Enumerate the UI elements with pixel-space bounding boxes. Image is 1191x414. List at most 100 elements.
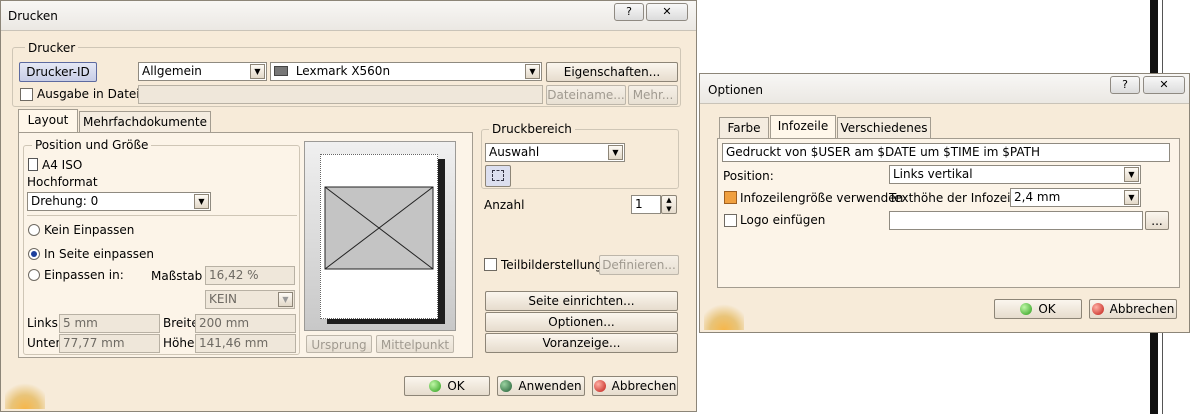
print-dialog-titlebar: [1, 1, 696, 31]
catia-logo-icon: [704, 302, 744, 330]
text-height-select[interactable]: 2,4 mm ▼: [1010, 188, 1141, 207]
text-height-value: 2,4 mm: [1014, 190, 1061, 204]
rotation-value: Drehung: 0: [31, 194, 99, 208]
ok-button[interactable]: OK: [404, 376, 490, 396]
copies-spin-button[interactable]: ▲ ▼: [661, 195, 677, 214]
options-ok-button[interactable]: OK: [994, 299, 1082, 319]
printer-type-select[interactable]: Allgemein ▼: [138, 62, 267, 81]
catia-logo-icon: [5, 381, 45, 409]
tab-color[interactable]: Farbe: [719, 117, 769, 139]
chevron-down-icon: ▼: [525, 64, 540, 79]
tab-multidocuments[interactable]: Mehrfachdokumente: [79, 111, 211, 133]
printer-id-button[interactable]: Drucker-ID: [19, 62, 97, 82]
unit-select: KEIN ▼: [205, 290, 295, 309]
chevron-down-icon: ▼: [194, 194, 209, 209]
scale-field: 16,42 %: [205, 266, 295, 285]
output-to-file-checkbox[interactable]: [20, 88, 33, 101]
help-button[interactable]: ?: [614, 3, 644, 21]
green-ball-icon: [1020, 303, 1033, 315]
left-label: Links: [27, 316, 58, 330]
unit-value: KEIN: [209, 292, 237, 306]
rotation-select[interactable]: Drehung: 0 ▼: [27, 192, 211, 211]
close-button[interactable]: ✕: [646, 3, 688, 21]
filename-field: [138, 85, 543, 104]
scale-label: Maßstab: [151, 269, 203, 283]
options-dialog: Optionen ? ✕ Farbe Infozeile Verschieden…: [699, 73, 1190, 333]
chevron-down-icon: ▼: [1124, 190, 1139, 205]
browse-button[interactable]: ...: [1145, 211, 1169, 230]
fit-page-label: In Seite einpassen: [44, 247, 154, 261]
options-cancel-label: Abbrechen: [1109, 302, 1175, 316]
use-size-label: Infozeilengröße verwenden: [740, 191, 904, 205]
center-button: Mittelpunkt: [376, 335, 454, 353]
bottom-field: 77,77 mm: [59, 334, 160, 353]
options-ok-label: OK: [1038, 302, 1056, 316]
chevron-down-icon: ▼: [1124, 167, 1139, 182]
origin-button: Ursprung: [306, 335, 372, 353]
print-preview: [304, 141, 456, 331]
fit-in-radio[interactable]: [28, 269, 40, 281]
printer-icon: [274, 66, 288, 76]
properties-button[interactable]: Eigenschaften...: [546, 62, 678, 82]
position-value: Links vertikal: [893, 167, 973, 181]
text-height-label: Texthöhe der Infozeile:: [889, 191, 1026, 205]
options-dialog-title: Optionen: [708, 83, 764, 97]
options-help-button[interactable]: ?: [1110, 76, 1140, 94]
apply-label: Anwenden: [518, 379, 582, 393]
position-select[interactable]: Links vertikal ▼: [889, 165, 1141, 184]
options-button[interactable]: Optionen...: [485, 312, 678, 332]
fit-in-label: Einpassen in:: [44, 268, 124, 282]
print-dialog: Drucken ? ✕ Drucker Drucker-ID Allgemein…: [0, 0, 697, 412]
use-size-checkbox[interactable]: [724, 191, 737, 204]
tile-checkbox[interactable]: [484, 258, 497, 271]
left-field: 5 mm: [59, 314, 160, 333]
red-ball-icon: [1091, 303, 1104, 315]
width-field: 200 mm: [195, 314, 296, 333]
chevron-down-icon: ▼: [250, 64, 265, 79]
printer-type-value: Allgemein: [142, 64, 202, 78]
position-size-label: Position und Größe: [32, 138, 152, 152]
define-button: Definieren...: [599, 255, 679, 275]
tab-misc[interactable]: Verschiedenes: [837, 117, 931, 139]
ok-label: OK: [447, 379, 465, 393]
print-area-value: Auswahl: [489, 145, 540, 159]
filename-button: Dateiname...: [546, 85, 626, 105]
fit-none-radio[interactable]: [28, 224, 40, 236]
fit-none-label: Kein Einpassen: [44, 223, 135, 237]
logo-path-field[interactable]: [889, 211, 1143, 230]
info-text-field[interactable]: Gedruckt von $USER am $DATE um $TIME im …: [722, 143, 1170, 162]
divider: [27, 215, 297, 216]
print-area-select[interactable]: Auswahl ▼: [485, 143, 625, 162]
selection-icon: [492, 170, 504, 181]
height-label: Höhe: [163, 336, 195, 350]
preview-page: [320, 154, 438, 319]
tile-label: Teilbilderstellung: [501, 258, 603, 272]
document-icon: [28, 158, 38, 171]
red-ball-icon: [593, 380, 606, 392]
apply-button[interactable]: Anwenden: [497, 376, 585, 396]
options-close-button[interactable]: ✕: [1143, 76, 1185, 94]
copies-field[interactable]: 1: [631, 195, 661, 214]
logo-checkbox[interactable]: [724, 214, 737, 227]
preview-button[interactable]: Voranzeige...: [485, 333, 678, 353]
paper-size-value: A4 ISO: [42, 158, 83, 172]
preview-image: [324, 186, 434, 270]
chevron-down-icon: ▼: [278, 292, 293, 307]
cancel-button[interactable]: Abbrechen: [592, 376, 678, 396]
options-cancel-button[interactable]: Abbrechen: [1089, 299, 1177, 319]
orientation-value: Hochformat: [27, 175, 98, 189]
bottom-label: Unten: [27, 336, 64, 350]
fit-page-radio[interactable]: [28, 248, 40, 260]
more-button: Mehr...: [628, 85, 678, 105]
tab-infoline[interactable]: Infozeile: [770, 115, 836, 139]
cancel-label: Abbrechen: [611, 379, 677, 393]
printer-name-select[interactable]: Lexmark X560n ▼: [270, 62, 542, 81]
page-setup-button[interactable]: Seite einrichten...: [485, 291, 678, 311]
position-label: Position:: [723, 169, 774, 183]
printer-name-value: Lexmark X560n: [295, 64, 391, 78]
select-area-icon-button[interactable]: [485, 165, 511, 187]
green-ball-icon: [429, 380, 442, 392]
tab-layout[interactable]: Layout: [18, 109, 78, 133]
chevron-down-icon: ▼: [608, 145, 623, 160]
print-dialog-title: Drucken: [8, 9, 58, 23]
